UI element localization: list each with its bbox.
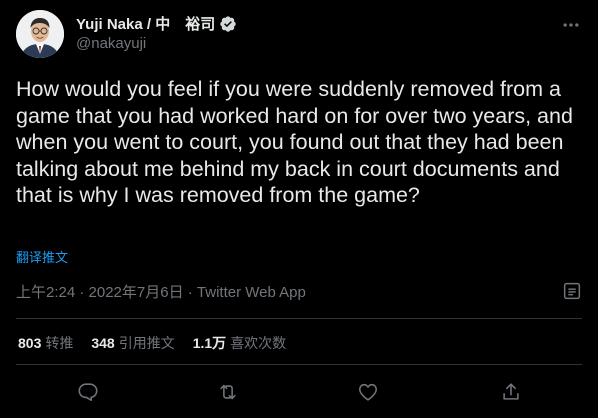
stat-retweets-count: 803: [18, 335, 42, 351]
stat-likes-label: 喜欢次数: [230, 335, 287, 351]
tweet-timestamp[interactable]: 上午2:24 · 2022年7月6日 · Twitter Web App: [16, 281, 306, 302]
divider: [16, 318, 582, 319]
avatar[interactable]: [16, 10, 64, 58]
author-display-name[interactable]: Yuji Naka / 中 裕司: [76, 13, 215, 34]
stat-retweets-label: 转推: [45, 335, 74, 351]
stat-quote-tweets-count: 348: [91, 335, 115, 351]
stat-quote-tweets-label: 引用推文: [118, 335, 175, 351]
stat-quote-tweets[interactable]: 348 引用推文: [91, 333, 174, 353]
stat-likes[interactable]: 1.1万 喜欢次数: [193, 333, 286, 353]
author-name-row[interactable]: Yuji Naka / 中 裕司: [76, 13, 237, 34]
engagement-stats: 803 转推 348 引用推文 1.1万 喜欢次数: [18, 333, 286, 353]
avatar-photo-icon: [16, 10, 64, 58]
tweet-detail: Yuji Naka / 中 裕司 @nakayuji How would you…: [0, 0, 598, 418]
share-icon[interactable]: [499, 380, 523, 404]
author-handle[interactable]: @nakayuji: [76, 35, 146, 52]
translate-tweet-link[interactable]: 翻译推文: [16, 247, 68, 266]
divider: [16, 364, 582, 365]
tweet-actions: [0, 376, 598, 412]
verified-badge-icon: [219, 15, 237, 33]
stat-likes-count: 1.1万: [192, 335, 227, 351]
more-options-icon[interactable]: [560, 14, 582, 36]
retweet-icon[interactable]: [216, 380, 240, 404]
like-icon[interactable]: [356, 380, 380, 404]
stat-retweets[interactable]: 803 转推: [18, 333, 73, 353]
analytics-icon[interactable]: [561, 280, 583, 302]
reply-icon[interactable]: [76, 380, 100, 404]
tweet-text: How would you feel if you were suddenly …: [16, 77, 573, 207]
